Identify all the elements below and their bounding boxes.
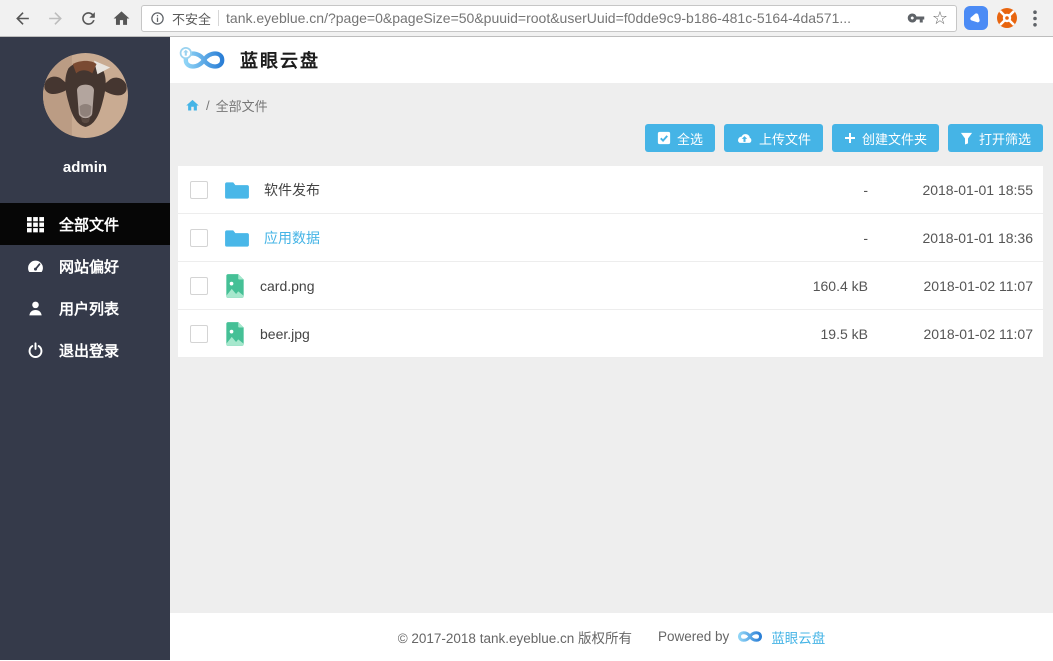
table-row[interactable]: beer.jpg 19.5 kB 2018-01-02 11:07 [178, 310, 1043, 358]
sidebar-item-user-list[interactable]: 用户列表 [0, 287, 170, 329]
security-label: 不安全 [172, 9, 211, 28]
file-name[interactable]: 软件发布 [264, 180, 733, 200]
file-size: - [733, 230, 868, 246]
breadcrumb: / 全部文件 [170, 83, 1053, 115]
row-checkbox[interactable] [190, 325, 208, 343]
dashboard-icon [27, 258, 44, 275]
sidebar-item-site-preferences[interactable]: 网站偏好 [0, 245, 170, 287]
info-icon[interactable] [150, 11, 165, 26]
url-text[interactable]: tank.eyeblue.cn/?page=0&pageSize=50&puui… [226, 10, 900, 26]
sidebar: admin 全部文件 网站偏好 用户列表 退出登录 [0, 37, 170, 660]
grid-icon [27, 216, 44, 233]
goat-avatar-image [43, 53, 128, 138]
file-date: 2018-01-02 11:07 [868, 326, 1033, 342]
bookmark-star-icon[interactable]: ☆ [932, 9, 948, 27]
forward-arrow-icon [46, 9, 65, 28]
breadcrumb-home-icon[interactable] [185, 98, 200, 113]
home-icon [112, 9, 131, 28]
sidebar-item-label: 退出登录 [59, 340, 119, 361]
extension-orange-icon[interactable] [995, 6, 1019, 30]
power-icon [27, 342, 44, 359]
sidebar-item-all-files[interactable]: 全部文件 [0, 203, 170, 245]
avatar[interactable] [43, 53, 128, 138]
folder-icon [224, 180, 250, 200]
file-name[interactable]: 应用数据 [264, 228, 733, 248]
open-filter-button[interactable]: 打开筛选 [948, 124, 1043, 152]
app-logo-icon[interactable] [178, 45, 230, 75]
app-header: 蓝眼云盘 [170, 37, 1053, 83]
sidebar-item-logout[interactable]: 退出登录 [0, 329, 170, 371]
powered-by: Powered by 蓝眼云盘 [658, 627, 825, 647]
row-checkbox[interactable] [190, 229, 208, 247]
file-name[interactable]: card.png [260, 278, 733, 294]
filter-icon [960, 132, 973, 145]
back-button[interactable] [9, 5, 35, 31]
sidebar-item-label: 用户列表 [59, 298, 119, 319]
reload-icon [79, 9, 98, 28]
saved-password-key-icon[interactable] [907, 9, 925, 27]
plus-icon [844, 132, 856, 144]
reload-button[interactable] [75, 5, 101, 31]
username: admin [63, 159, 107, 176]
table-row[interactable]: 应用数据 - 2018-01-01 18:36 [178, 214, 1043, 262]
main-area: 蓝眼云盘 / 全部文件 全选 上传文件 创建文件夹 [170, 37, 1053, 660]
copyright-text: © 2017-2018 tank.eyeblue.cn 版权所有 [398, 627, 632, 647]
table-row[interactable]: 软件发布 - 2018-01-01 18:55 [178, 166, 1043, 214]
back-arrow-icon [13, 9, 32, 28]
brand-link[interactable]: 蓝眼云盘 [771, 627, 825, 647]
kebab-menu-icon [1033, 10, 1037, 27]
sidebar-menu: 全部文件 网站偏好 用户列表 退出登录 [0, 203, 170, 371]
address-bar[interactable]: 不安全 tank.eyeblue.cn/?page=0&pageSize=50&… [141, 5, 957, 32]
check-square-icon [657, 131, 671, 145]
image-file-icon [224, 273, 246, 299]
file-name[interactable]: beer.jpg [260, 326, 733, 342]
file-size: 19.5 kB [733, 326, 868, 342]
toolbar: 全选 上传文件 创建文件夹 打开筛选 [170, 124, 1043, 152]
upload-file-button[interactable]: 上传文件 [724, 124, 823, 152]
browser-menu-button[interactable] [1026, 10, 1044, 27]
folder-icon [224, 228, 250, 248]
user-icon [27, 300, 44, 317]
page-footer: © 2017-2018 tank.eyeblue.cn 版权所有 Powered… [170, 613, 1053, 660]
browser-toolbar: 不安全 tank.eyeblue.cn/?page=0&pageSize=50&… [0, 0, 1053, 37]
select-all-button[interactable]: 全选 [645, 124, 715, 152]
breadcrumb-current: 全部文件 [216, 96, 268, 115]
extension-blue-icon[interactable] [964, 6, 988, 30]
row-checkbox[interactable] [190, 277, 208, 295]
file-date: 2018-01-01 18:36 [868, 230, 1033, 246]
url-divider [218, 10, 219, 26]
content: / 全部文件 全选 上传文件 创建文件夹 打开筛选 [170, 83, 1053, 613]
sidebar-item-label: 网站偏好 [59, 256, 119, 277]
app-title: 蓝眼云盘 [240, 47, 320, 73]
create-folder-button[interactable]: 创建文件夹 [832, 124, 939, 152]
file-size: 160.4 kB [733, 278, 868, 294]
home-button[interactable] [108, 5, 134, 31]
sidebar-item-label: 全部文件 [59, 214, 119, 235]
footer-logo-icon [735, 628, 765, 645]
forward-button[interactable] [42, 5, 68, 31]
file-date: 2018-01-02 11:07 [868, 278, 1033, 294]
table-row[interactable]: card.png 160.4 kB 2018-01-02 11:07 [178, 262, 1043, 310]
file-date: 2018-01-01 18:55 [868, 182, 1033, 198]
cloud-upload-icon [736, 132, 753, 145]
file-list: 软件发布 - 2018-01-01 18:55 应用数据 - 2018-01-0… [178, 166, 1043, 358]
image-file-icon [224, 321, 246, 347]
breadcrumb-separator: / [206, 98, 210, 113]
file-size: - [733, 182, 868, 198]
row-checkbox[interactable] [190, 181, 208, 199]
